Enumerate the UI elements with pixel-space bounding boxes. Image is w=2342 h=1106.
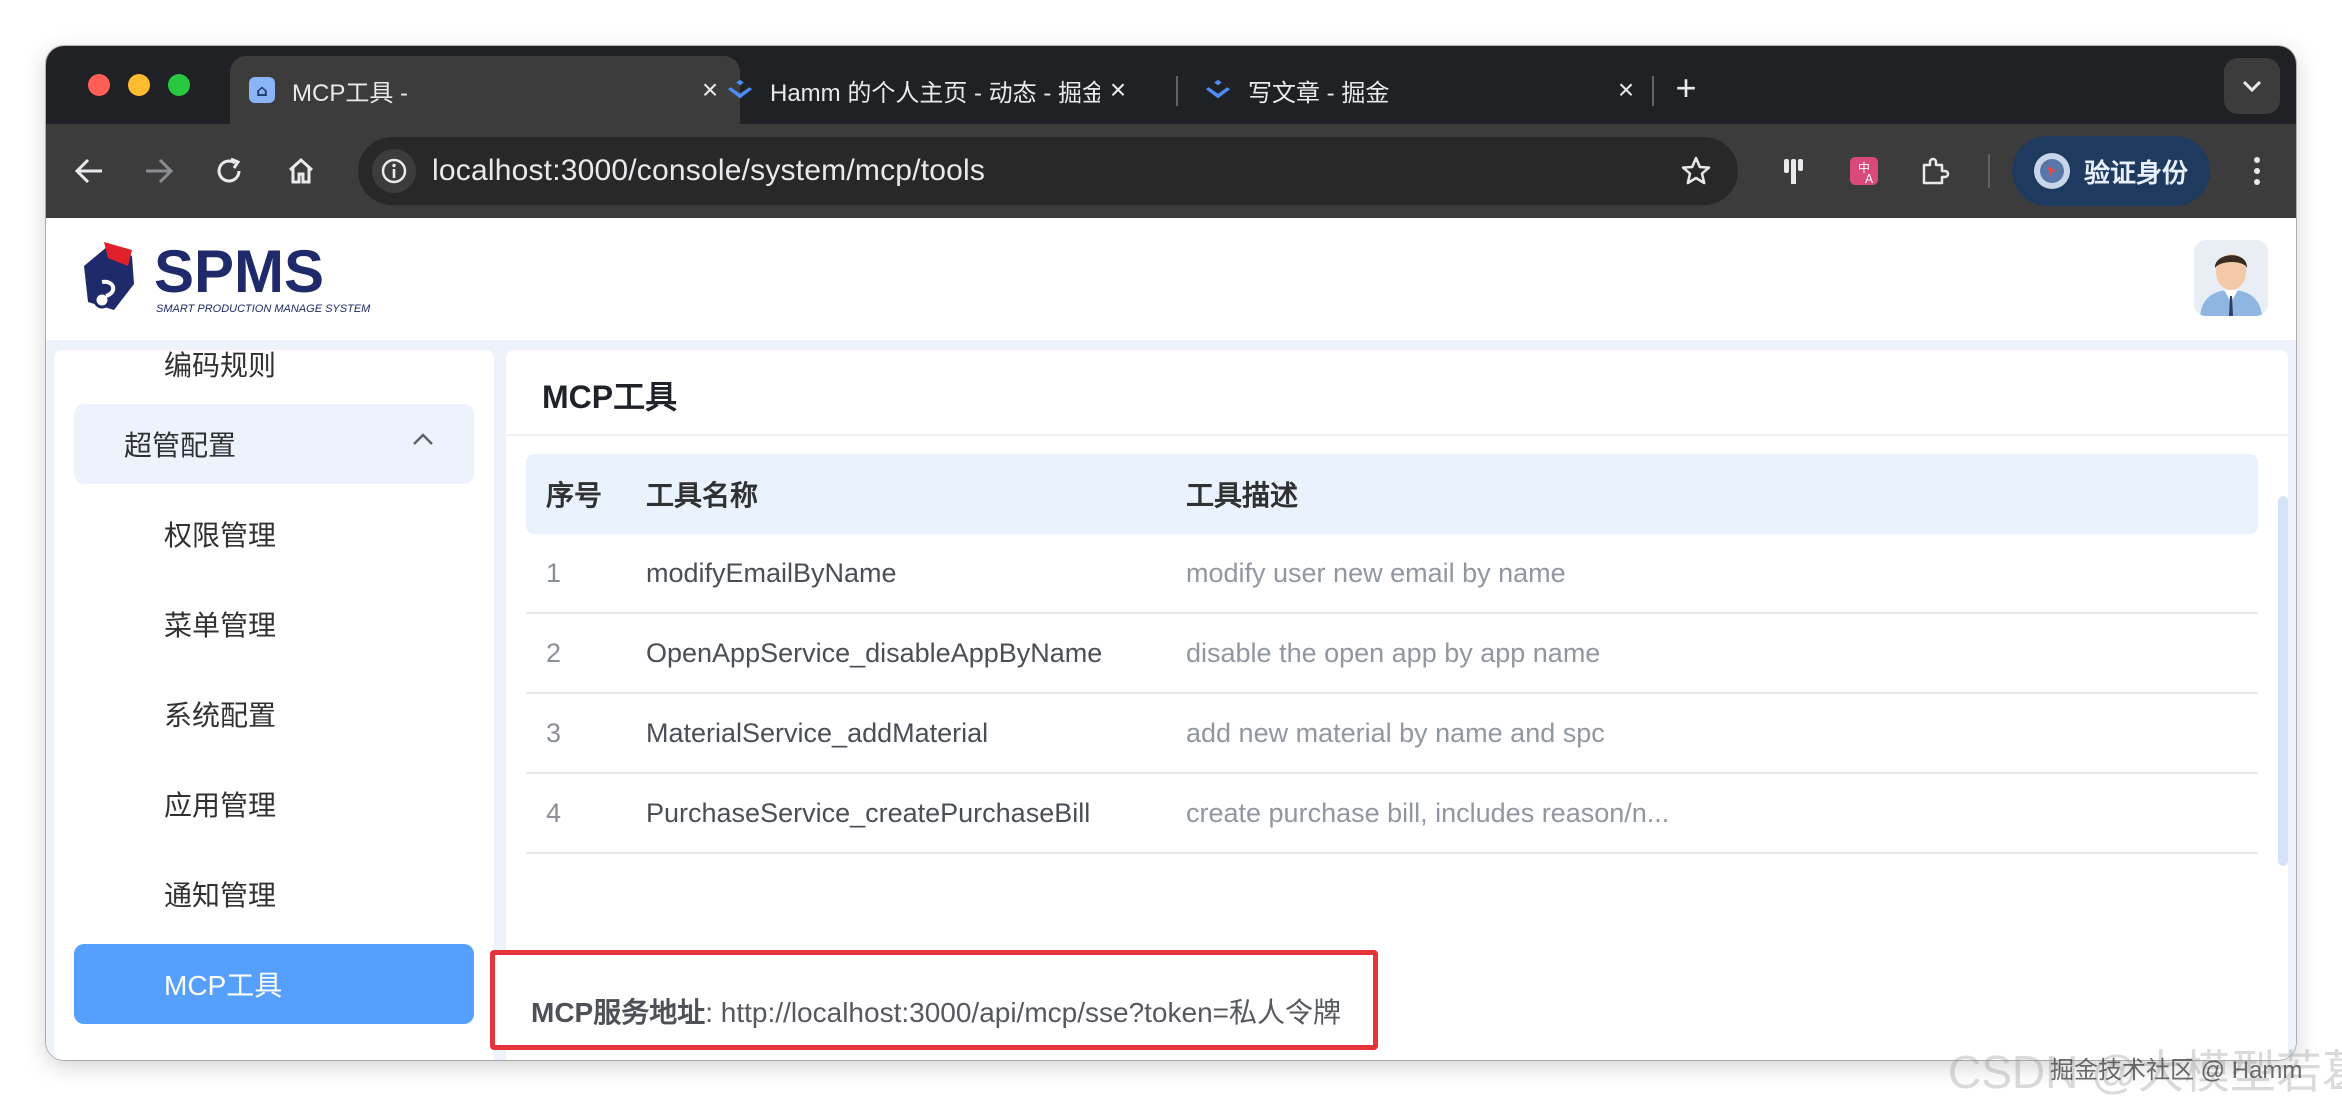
tab-search-button[interactable] xyxy=(2224,58,2280,114)
site-info-icon[interactable] xyxy=(372,149,416,193)
sidebar-item-permissions[interactable]: 权限管理 xyxy=(74,494,474,574)
cell-index: 3 xyxy=(546,717,562,748)
home-button[interactable] xyxy=(278,148,324,194)
password-extension-icon[interactable] xyxy=(1772,149,1816,193)
chevron-down-icon xyxy=(2242,80,2262,92)
tab-title: 写文章 - 掘金 xyxy=(1248,79,1390,107)
cell-index: 2 xyxy=(546,637,562,668)
sidebar-group-label: 超管配置 xyxy=(124,430,237,461)
toolbar-separator xyxy=(1988,154,1990,188)
cell-tool-name: OpenAppService_disableAppByName xyxy=(646,637,1103,668)
cell-tool-description: modify user new email by name xyxy=(1186,557,1566,588)
table-header: 序号 工具名称 工具描述 xyxy=(526,454,2258,534)
user-avatar[interactable] xyxy=(2194,240,2268,316)
juejin-watermark: 掘金技术社区 @ Hamm xyxy=(2050,1057,2303,1084)
mcp-service-address-box: MCP服务地址: http://localhost:3000/api/mcp/s… xyxy=(490,950,1378,1050)
tab-title: Hamm 的个人主页 - 动态 - 掘金 xyxy=(770,79,1100,107)
title-divider xyxy=(506,434,2288,436)
browser-toolbar: localhost:3000/console/system/mcp/tools … xyxy=(46,124,2296,218)
browser-menu-icon[interactable] xyxy=(2242,146,2272,196)
minimize-window-button[interactable] xyxy=(128,74,150,96)
home-icon xyxy=(288,157,314,184)
address-bar[interactable]: localhost:3000/console/system/mcp/tools xyxy=(358,137,1738,205)
tab-separator xyxy=(1176,76,1178,106)
column-header-index[interactable]: 序号 xyxy=(526,474,646,514)
cell-index: 1 xyxy=(546,557,562,588)
page-viewport: SPMS SMART PRODUCTION MANAGE SYSTEM 编码规则 xyxy=(46,218,2296,1060)
verify-identity-button[interactable]: 验证身份 xyxy=(2012,136,2210,206)
content-scrollbar[interactable] xyxy=(2278,496,2288,866)
sidebar-item-notifications[interactable]: 通知管理 xyxy=(74,854,474,934)
cell-tool-description: disable the open app by app name xyxy=(1186,637,1601,668)
sidebar-item-label: 应用管理 xyxy=(164,790,277,821)
cell-index: 4 xyxy=(546,797,562,828)
sidebar-item-encoding-rules[interactable]: 编码规则 xyxy=(74,350,474,404)
sidebar-item-system-config[interactable]: 系统配置 xyxy=(74,674,474,754)
reload-icon xyxy=(217,157,241,183)
table-row[interactable]: 2 OpenAppService_disableAppByName disabl… xyxy=(526,614,2258,694)
sidebar-group-super-admin[interactable]: 超管配置 xyxy=(74,404,474,484)
tab-hamm-profile[interactable]: Hamm 的个人主页 - 动态 - 掘金 × xyxy=(708,56,1176,124)
cell-tool-description: add new material by name and spc xyxy=(1186,717,1605,748)
arrow-right-icon xyxy=(146,158,174,184)
tab-title: MCP工具 - xyxy=(292,79,408,107)
mcp-service-address: MCP服务地址: http://localhost:3000/api/mcp/s… xyxy=(531,991,1341,1031)
sidebar-item-label: 菜单管理 xyxy=(164,610,277,641)
spms-logo-icon: SPMS SMART PRODUCTION MANAGE SYSTEM xyxy=(84,238,371,315)
back-button[interactable] xyxy=(66,148,112,194)
cell-tool-name: PurchaseService_createPurchaseBill xyxy=(646,797,1091,828)
sidebar-item-mcp-tools[interactable]: MCP工具 xyxy=(74,944,474,1024)
logo-text: SPMS xyxy=(154,238,324,305)
sidebar-item-label: 编码规则 xyxy=(164,350,277,381)
close-window-button[interactable] xyxy=(88,74,110,96)
browser-window: ⌂ MCP工具 - × Hamm 的个人主页 - 动态 - 掘金 × 写文章 -… xyxy=(46,46,2296,1060)
app-header: SPMS SMART PRODUCTION MANAGE SYSTEM xyxy=(46,218,2296,340)
url-text: localhost:3000/console/system/mcp/tools xyxy=(432,154,986,187)
cell-tool-name: modifyEmailByName xyxy=(646,557,897,588)
cell-tool-name: MaterialService_addMaterial xyxy=(646,717,989,748)
app-favicon-icon: ⌂ xyxy=(248,76,276,104)
profile-avatar-icon xyxy=(2034,153,2070,189)
forward-button[interactable] xyxy=(136,148,182,194)
spms-logo[interactable]: SPMS SMART PRODUCTION MANAGE SYSTEM xyxy=(74,236,394,322)
sidebar-item-label: MCP工具 xyxy=(164,970,283,1001)
tab-strip: ⌂ MCP工具 - × Hamm 的个人主页 - 动态 - 掘金 × 写文章 -… xyxy=(46,46,2296,124)
page-title: MCP工具 xyxy=(542,379,678,415)
table-row[interactable]: 3 MaterialService_addMaterial add new ma… xyxy=(526,694,2258,774)
tab-separator xyxy=(1652,76,1654,106)
mcp-service-url[interactable]: : http://localhost:3000/api/mcp/sse?toke… xyxy=(705,997,1341,1028)
new-tab-button[interactable]: + xyxy=(1666,67,1706,108)
column-header-name[interactable]: 工具名称 xyxy=(646,474,1186,514)
puzzle-extensions-icon[interactable] xyxy=(1912,149,1956,193)
sidebar-item-label: 系统配置 xyxy=(164,700,277,731)
arrow-left-icon xyxy=(74,158,102,184)
tab-mcp-tools[interactable]: ⌂ MCP工具 - × xyxy=(230,56,740,124)
sidebar-item-label: 通知管理 xyxy=(164,880,277,911)
sidebar-item-menus[interactable]: 菜单管理 xyxy=(74,584,474,664)
table-row[interactable]: 4 PurchaseService_createPurchaseBill cre… xyxy=(526,774,2258,854)
cell-tool-description: create purchase bill, includes reason/n.… xyxy=(1186,797,1670,828)
close-tab-icon[interactable]: × xyxy=(1100,72,1136,108)
tab-write-article[interactable]: 写文章 - 掘金 × xyxy=(1186,56,1656,124)
sidebar-menu: 编码规则 超管配置 权限管理 菜单管理 系统配置 应用管理 通知管理 MCP工具 xyxy=(54,350,494,1060)
juejin-favicon-icon xyxy=(1204,76,1232,104)
juejin-favicon-icon xyxy=(726,76,754,104)
sidebar-item-apps[interactable]: 应用管理 xyxy=(74,764,474,844)
translate-extension-icon[interactable]: 中A xyxy=(1842,149,1886,193)
svg-text:A: A xyxy=(1865,172,1874,186)
column-header-description[interactable]: 工具描述 xyxy=(1186,474,2258,514)
mcp-service-label: MCP服务地址 xyxy=(531,997,706,1028)
tools-table: 序号 工具名称 工具描述 1 modifyEmailByName modify … xyxy=(526,454,2258,854)
logo-subtitle: SMART PRODUCTION MANAGE SYSTEM xyxy=(156,303,371,315)
close-tab-icon[interactable]: × xyxy=(1608,72,1644,108)
reload-button[interactable] xyxy=(206,148,252,194)
chevron-up-icon xyxy=(413,433,433,445)
maximize-window-button[interactable] xyxy=(168,74,190,96)
table-row[interactable]: 1 modifyEmailByName modify user new emai… xyxy=(526,534,2258,614)
bookmark-star-icon[interactable] xyxy=(1676,151,1716,191)
verify-identity-label: 验证身份 xyxy=(2084,157,2189,188)
svg-text:⌂: ⌂ xyxy=(256,81,267,100)
sidebar-item-label: 权限管理 xyxy=(164,520,277,551)
